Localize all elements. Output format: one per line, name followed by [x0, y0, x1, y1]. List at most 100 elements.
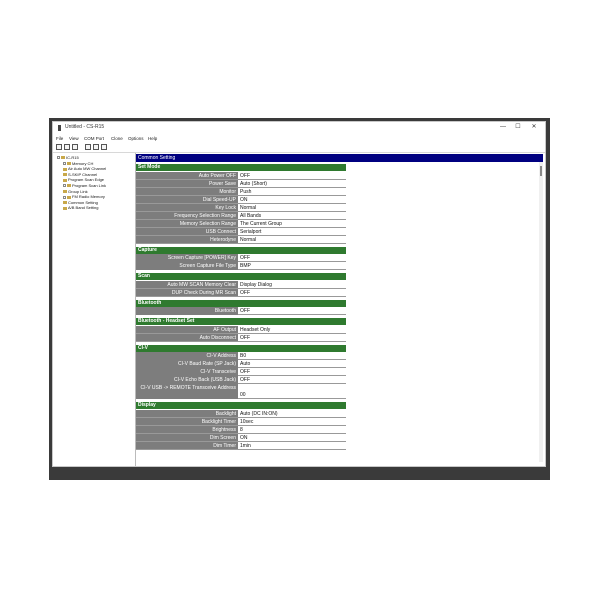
- setting-value[interactable]: BMP: [239, 262, 346, 270]
- tree-item[interactable]: Group Link: [63, 189, 88, 194]
- folder-icon: [67, 195, 71, 199]
- setting-label: Auto Disconnect: [136, 333, 238, 341]
- setting-value[interactable]: All Bands: [239, 212, 346, 220]
- setting-value[interactable]: OFF: [239, 172, 346, 180]
- setting-label: Monitor: [136, 187, 238, 195]
- setting-value[interactable]: 8: [239, 426, 346, 434]
- new-file-icon[interactable]: [56, 144, 62, 150]
- menu-clone[interactable]: Clone: [111, 136, 123, 141]
- setting-value[interactable]: Auto (Short): [239, 180, 346, 188]
- setting-label: Key Lock: [136, 203, 238, 211]
- read-radio-icon[interactable]: [85, 144, 91, 150]
- minimize-icon[interactable]: —: [498, 123, 508, 132]
- setting-label: CI-V Address: [136, 352, 238, 360]
- expand-icon[interactable]: [63, 162, 66, 166]
- setting-value[interactable]: OFF: [239, 376, 346, 384]
- panel-title: Common Setting: [136, 154, 543, 162]
- scrollbar-thumb[interactable]: [540, 166, 542, 176]
- folder-icon: [63, 201, 67, 205]
- maximize-icon[interactable]: ☐: [513, 123, 523, 132]
- tree-item[interactable]: Memory CH: [63, 161, 93, 166]
- setting-label: Bluetooth: [136, 307, 238, 315]
- setting-value[interactable]: OFF: [239, 254, 346, 262]
- menu-file[interactable]: File: [56, 136, 63, 141]
- setting-value[interactable]: Display Dialog: [239, 281, 346, 289]
- tree-item[interactable]: Common Setting: [63, 200, 98, 205]
- app-icon: [58, 125, 61, 131]
- open-folder-icon[interactable]: [64, 144, 70, 150]
- folder-icon: [63, 206, 67, 210]
- section-header: Bluetooth - Headset Set: [136, 318, 346, 325]
- setting-value[interactable]: Auto: [239, 360, 346, 368]
- setting-row: CI-V USB -> REMOTE Transceive Address 00: [136, 384, 346, 399]
- title-bar: Untitled - CS-R15 — ☐ ✕: [53, 122, 545, 134]
- setting-value[interactable]: OFF: [239, 307, 346, 315]
- setting-value[interactable]: OFF: [239, 368, 346, 376]
- tree-item[interactable]: FM Radio Memory: [63, 194, 105, 199]
- menu-view[interactable]: View: [69, 136, 79, 141]
- folder-icon: [63, 190, 67, 194]
- setting-value[interactable]: OFF: [239, 334, 346, 342]
- setting-row: Backlight Timer 10sec: [136, 417, 346, 426]
- menu-options[interactable]: Options: [128, 136, 144, 141]
- tree-item[interactable]: S-SKIP Channel: [63, 172, 97, 177]
- setting-value[interactable]: 1min: [239, 442, 346, 450]
- tree-item-label: IC-R15: [66, 155, 79, 160]
- setting-label: Auto Power OFF: [136, 171, 238, 179]
- setting-value[interactable]: ON: [239, 434, 346, 442]
- setting-label: AF Output: [136, 325, 238, 333]
- menu-com-port[interactable]: COM Port: [84, 136, 104, 141]
- tree-item-label: S-SKIP Channel: [68, 171, 98, 177]
- setting-label: USB Connect: [136, 227, 238, 235]
- folder-icon: [63, 167, 67, 171]
- tree-item[interactable]: Program Scan Edge: [63, 177, 104, 182]
- setting-row: Backlight Auto (DC IN:ON): [136, 409, 346, 418]
- settings-panel: Common Setting Set Mode Auto Power OFF OFF…: [136, 154, 543, 464]
- setting-value[interactable]: ON: [239, 196, 346, 204]
- expand-icon[interactable]: [63, 195, 66, 199]
- tree-item[interactable]: Air Auto MW Channel: [63, 166, 106, 171]
- setting-label: Power Save: [136, 179, 238, 187]
- close-icon[interactable]: ✕: [529, 123, 539, 132]
- expand-icon[interactable]: [63, 184, 66, 188]
- setting-value[interactable]: OFF: [239, 289, 346, 297]
- setting-value[interactable]: 00: [239, 391, 346, 399]
- tree-item[interactable]: A/B Band Setting: [63, 205, 98, 210]
- setting-value[interactable]: Headset Only: [239, 326, 346, 334]
- setting-value[interactable]: The Current Group: [239, 220, 346, 228]
- setting-label: Screen Capture File Type: [136, 262, 238, 270]
- tree-item-label: Memory CH: [72, 160, 94, 166]
- setting-value[interactable]: Serialport: [239, 228, 346, 236]
- window-title: Untitled - CS-R15: [65, 124, 105, 130]
- section-header: Display: [136, 402, 346, 409]
- setting-row: Memory Selection Range The Current Group: [136, 219, 346, 228]
- tree-item[interactable]: Program Scan Link: [63, 183, 106, 188]
- setting-row: Auto Disconnect OFF: [136, 333, 346, 342]
- setting-row: CI-V Transceive OFF: [136, 368, 346, 376]
- setting-row: Frequency Selection Range All Bands: [136, 211, 346, 220]
- section-header: Bluetooth: [136, 299, 346, 307]
- setting-value[interactable]: Auto (DC IN:ON): [239, 410, 346, 418]
- setting-label: Screen Capture [POWER] Key: [136, 254, 238, 262]
- setting-row: CI-V Echo Back (USB Jack) OFF: [136, 376, 346, 384]
- tree-item[interactable]: IC-R15: [57, 155, 79, 160]
- section-header: Scan: [136, 273, 346, 280]
- section-header: CI-V: [136, 344, 346, 352]
- clone-icon[interactable]: [101, 144, 107, 150]
- menu-help[interactable]: Help: [148, 136, 157, 141]
- folder-icon: [67, 184, 71, 188]
- setting-label: Auto MW SCAN Memory Clear: [136, 280, 238, 288]
- folder-icon: [63, 178, 67, 182]
- save-icon[interactable]: [72, 144, 78, 150]
- expand-icon[interactable]: [57, 156, 60, 160]
- tree-item-label: Group Link: [68, 188, 88, 194]
- vertical-scrollbar[interactable]: [539, 162, 543, 462]
- write-radio-icon[interactable]: [93, 144, 99, 150]
- setting-value[interactable]: Normal: [239, 204, 346, 212]
- setting-value[interactable]: 10sec: [239, 418, 346, 426]
- setting-value[interactable]: Push: [239, 188, 346, 196]
- setting-row: Dim Timer 1min: [136, 441, 346, 450]
- setting-value[interactable]: B0: [239, 352, 346, 360]
- setting-value[interactable]: Normal: [239, 236, 346, 244]
- tree-item-label: Air Auto MW Channel: [68, 166, 107, 172]
